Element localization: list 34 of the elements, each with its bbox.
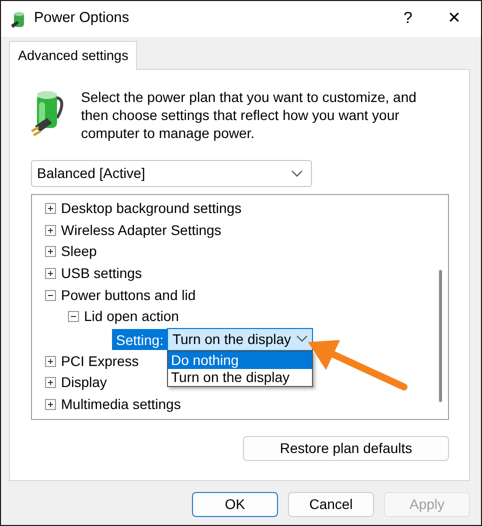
close-button[interactable]: ✕ bbox=[431, 7, 477, 31]
dropdown-option[interactable]: Turn on the display bbox=[168, 368, 312, 386]
expand-icon[interactable] bbox=[45, 203, 56, 214]
expand-icon[interactable] bbox=[45, 377, 56, 388]
help-button[interactable]: ? bbox=[385, 7, 431, 31]
collapse-icon[interactable] bbox=[68, 311, 79, 322]
expand-icon[interactable] bbox=[45, 224, 56, 236]
dropdown-option[interactable]: Do nothing bbox=[168, 352, 312, 369]
expand-icon[interactable] bbox=[45, 268, 56, 280]
tree-item[interactable]: Desktop background settings bbox=[61, 198, 242, 220]
dialog-button[interactable]: Cancel bbox=[288, 492, 374, 517]
chevron-down-icon bbox=[291, 170, 303, 178]
window-title: Power Options bbox=[34, 9, 130, 28]
restore-defaults-button[interactable]: Restore plan defaults bbox=[243, 436, 449, 461]
instruction-text: Select the power plan that you want to customize, and then choose settings that reflect how you want your computer to manage power. bbox=[81, 88, 418, 143]
dialog-button[interactable]: OK bbox=[192, 492, 278, 517]
tab[interactable]: Advanced settings bbox=[9, 40, 138, 70]
scrollbar-thumb[interactable] bbox=[439, 270, 442, 402]
expand-icon[interactable] bbox=[45, 356, 56, 367]
tree-item[interactable]: Power buttons and lid bbox=[61, 284, 196, 306]
tree-item[interactable]: Multimedia settings bbox=[61, 394, 181, 416]
expand-icon[interactable] bbox=[45, 399, 56, 410]
tree-item[interactable]: Display bbox=[61, 372, 107, 394]
collapse-icon[interactable] bbox=[45, 290, 56, 301]
expand-icon[interactable] bbox=[45, 246, 56, 258]
tree-item[interactable]: Lid open action bbox=[84, 306, 179, 328]
tree-item[interactable]: Sleep bbox=[61, 241, 97, 262]
setting-label: Setting: bbox=[112, 328, 168, 350]
tree-item[interactable]: USB settings bbox=[61, 263, 142, 284]
tree-item[interactable]: PCI Express bbox=[61, 350, 139, 372]
chevron-down-icon bbox=[296, 335, 308, 344]
plan-dropdown[interactable]: Balanced [Active] bbox=[31, 160, 312, 187]
tree-item[interactable]: Wireless Adapter Settings bbox=[61, 220, 222, 241]
setting-dropdown[interactable]: Turn on the display bbox=[167, 328, 314, 351]
